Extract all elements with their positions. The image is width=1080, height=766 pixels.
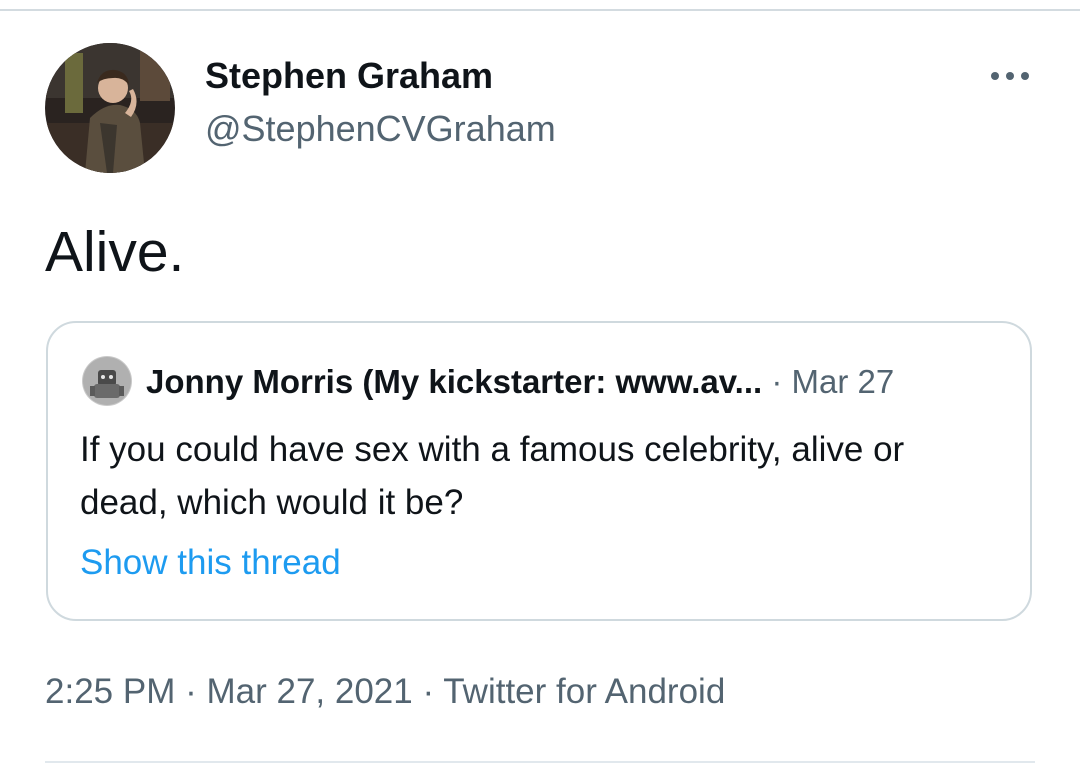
meta-separator: · xyxy=(185,672,197,711)
quoted-tweet-text: If you could have sex with a famous cele… xyxy=(80,430,905,522)
top-divider xyxy=(0,9,1080,11)
tweet-date[interactable]: Mar 27, 2021 xyxy=(206,672,412,711)
more-options-button[interactable] xyxy=(985,58,1035,94)
tweet-source[interactable]: Twitter for Android xyxy=(443,672,725,711)
quoted-tweet-date[interactable]: Mar 27 xyxy=(792,363,895,400)
author-avatar[interactable] xyxy=(45,43,175,173)
author-display-name[interactable]: Stephen Graham xyxy=(205,53,493,99)
tweet-text: Alive. xyxy=(45,220,185,284)
more-horizontal-icon xyxy=(991,72,1029,80)
tweet-time[interactable]: 2:25 PM xyxy=(45,672,175,711)
tweet-meta: 2:25 PM · Mar 27, 2021 · Twitter for And… xyxy=(45,670,725,714)
meta-separator: · xyxy=(422,672,435,711)
quoted-author-avatar-image xyxy=(82,356,132,406)
show-this-thread-link[interactable]: Show this thread xyxy=(80,541,341,585)
quoted-tweet-card[interactable]: Jonny Morris (My kickstarter: www.av... … xyxy=(46,321,1032,621)
author-avatar-image xyxy=(45,43,175,173)
quoted-author-name[interactable]: Jonny Morris (My kickstarter: www.av... xyxy=(146,363,762,400)
quoted-header-separator: · xyxy=(771,363,783,400)
bottom-divider xyxy=(45,761,1035,763)
author-handle[interactable]: @StephenCVGraham xyxy=(205,106,556,152)
quoted-author-avatar xyxy=(82,356,132,406)
quoted-tweet-header: Jonny Morris (My kickstarter: www.av... … xyxy=(146,361,894,403)
